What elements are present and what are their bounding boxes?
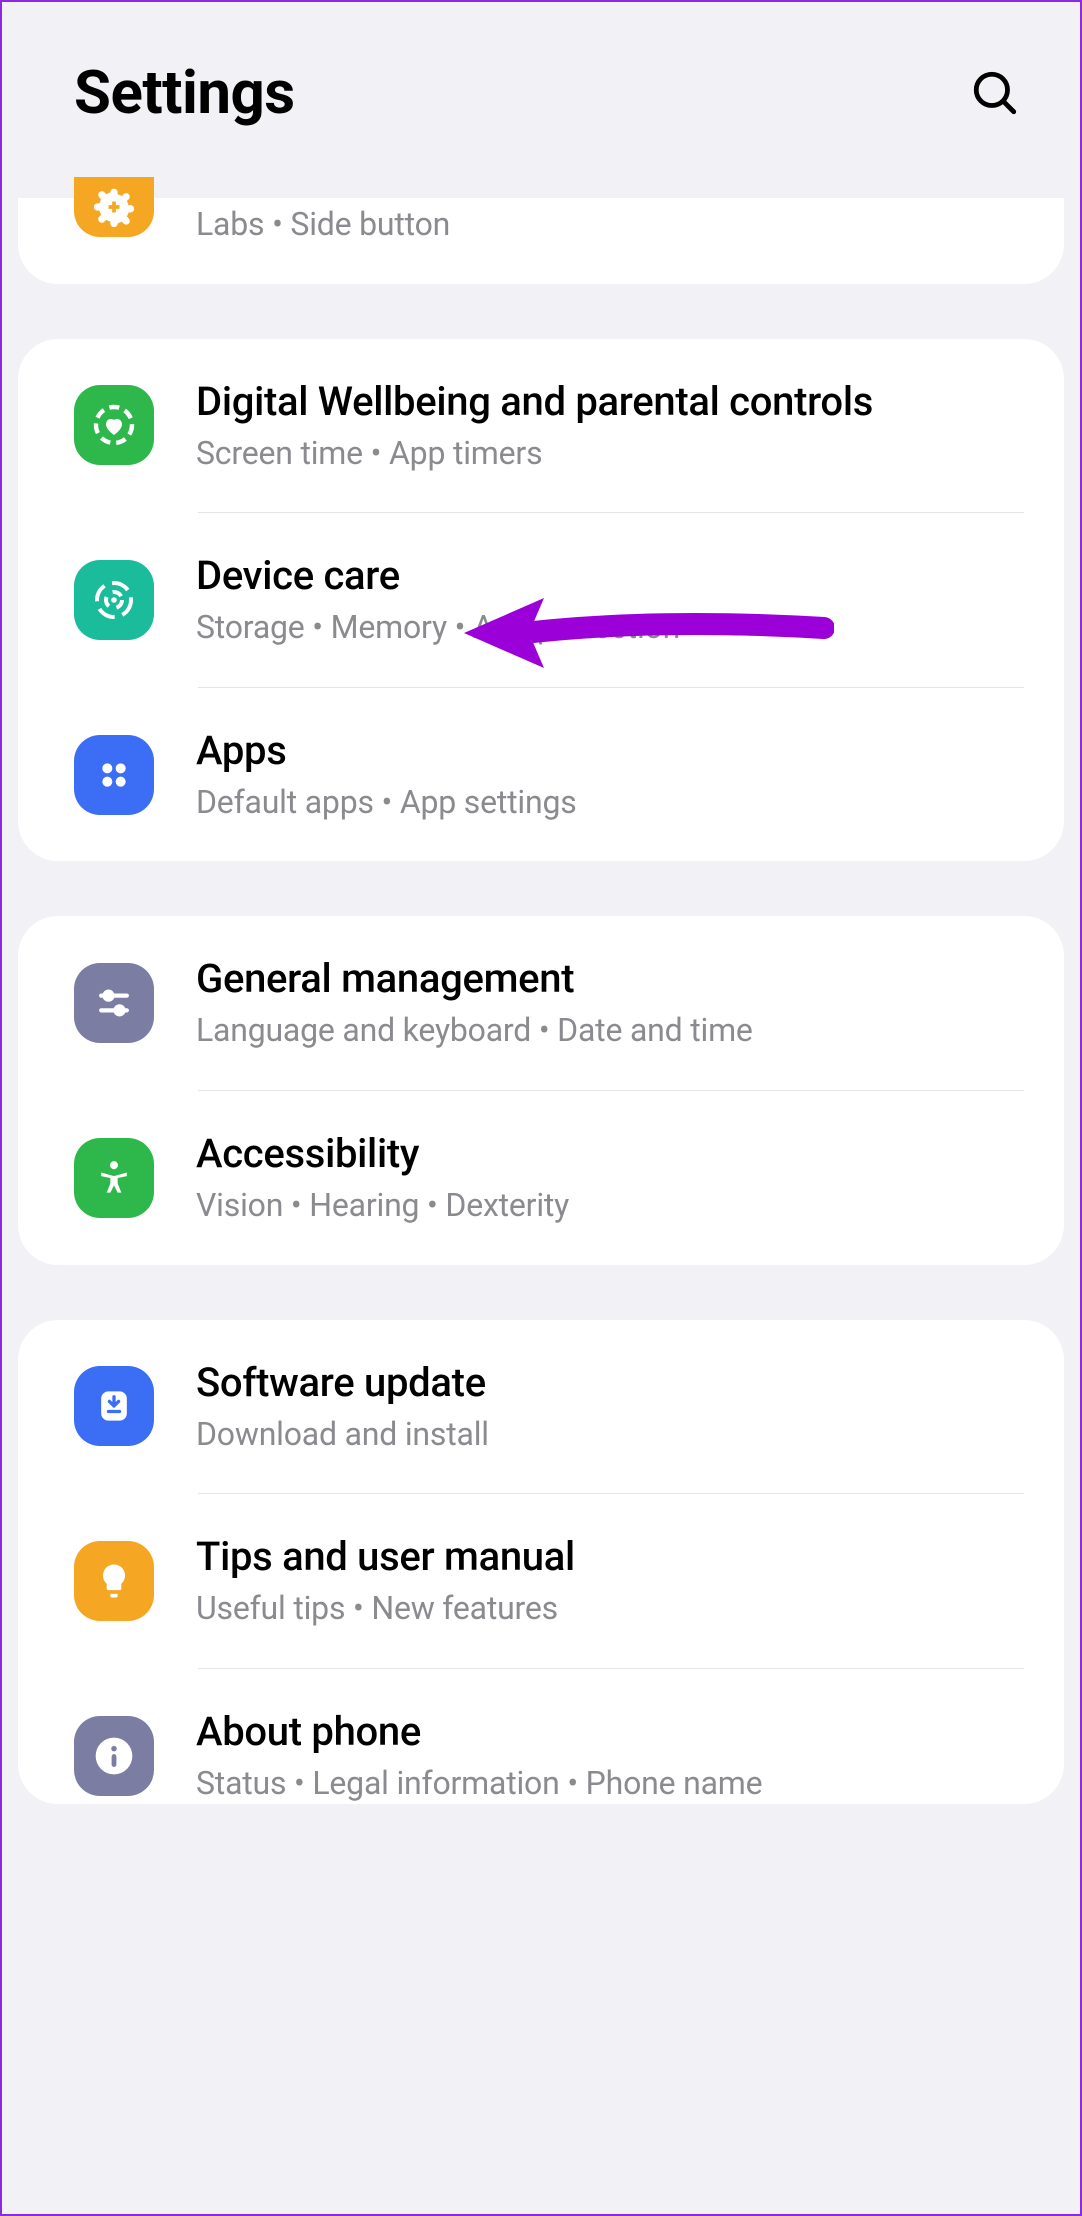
item-title: Accessibility (196, 1129, 1024, 1179)
item-subtitle: Storage • Memory • App protection (196, 607, 1024, 649)
item-subtitle: Screen time • App timers (196, 433, 1024, 475)
item-title: Tips and user manual (196, 1532, 1024, 1582)
search-icon (970, 68, 1020, 118)
item-subtitle: Vision • Hearing • Dexterity (196, 1185, 1024, 1227)
item-title: Apps (196, 726, 1024, 776)
settings-group: General management Language and keyboard… (18, 916, 1064, 1264)
item-subtitle: Download and install (196, 1414, 1024, 1456)
settings-item-about-phone[interactable]: About phone Status • Legal information •… (18, 1669, 1064, 1805)
settings-item-apps[interactable]: Apps Default apps • App settings (18, 688, 1064, 862)
item-subtitle: Status • Legal information • Phone name (196, 1763, 1024, 1805)
item-subtitle: Labs • Side button (196, 204, 1024, 246)
general-management-icon (74, 963, 154, 1043)
item-text: About phone Status • Legal information •… (196, 1707, 1024, 1805)
item-text: Software update Download and install (196, 1358, 1024, 1456)
settings-item-general-management[interactable]: General management Language and keyboard… (18, 916, 1064, 1090)
item-title: About phone (196, 1707, 1024, 1757)
item-text: Tips and user manual Useful tips • New f… (196, 1532, 1024, 1630)
accessibility-icon (74, 1138, 154, 1218)
digital-wellbeing-icon (74, 385, 154, 465)
plus-gear-icon (92, 185, 136, 229)
tips-icon (74, 1541, 154, 1621)
download-circle-icon (92, 1384, 136, 1428)
settings-item-digital-wellbeing[interactable]: Digital Wellbeing and parental controls … (18, 339, 1064, 513)
settings-item-accessibility[interactable]: Accessibility Vision • Hearing • Dexteri… (18, 1091, 1064, 1265)
page-title: Settings (74, 57, 295, 128)
item-text: Device care Storage • Memory • App prote… (196, 551, 1024, 649)
item-subtitle: Default apps • App settings (196, 782, 1024, 824)
settings-group: Software update Download and install Tip… (18, 1320, 1064, 1805)
apps-grid-icon (94, 755, 134, 795)
item-title: Software update (196, 1358, 1024, 1408)
item-text: Accessibility Vision • Hearing • Dexteri… (196, 1129, 1024, 1227)
info-icon (92, 1734, 136, 1778)
wellbeing-heart-icon (90, 401, 138, 449)
item-title: Device care (196, 551, 1024, 601)
item-subtitle: Useful tips • New features (196, 1588, 1024, 1630)
apps-icon (74, 735, 154, 815)
search-button[interactable] (970, 68, 1020, 118)
settings-scroll[interactable]: Settings Labs • Side button (2, 2, 1080, 2214)
lightbulb-icon (92, 1559, 136, 1603)
item-title: Digital Wellbeing and parental controls (196, 377, 1024, 427)
item-text: General management Language and keyboard… (196, 954, 1024, 1052)
item-text: Digital Wellbeing and parental controls … (196, 377, 1024, 475)
settings-item-software-update[interactable]: Software update Download and install (18, 1320, 1064, 1494)
item-subtitle: Language and keyboard • Date and time (196, 1010, 1024, 1052)
settings-item-device-care[interactable]: Device care Storage • Memory • App prote… (18, 513, 1064, 687)
software-update-icon (74, 1366, 154, 1446)
header: Settings (2, 2, 1080, 198)
item-title: General management (196, 954, 1024, 1004)
item-text: Apps Default apps • App settings (196, 726, 1024, 824)
device-care-icon (74, 560, 154, 640)
item-text: Labs • Side button (196, 198, 1024, 246)
accessibility-person-icon (92, 1156, 136, 1200)
device-care-swirl-icon (90, 576, 138, 624)
sliders-icon (92, 981, 136, 1025)
settings-item-tips[interactable]: Tips and user manual Useful tips • New f… (18, 1494, 1064, 1668)
advanced-features-icon (74, 177, 154, 237)
settings-item-advanced-features[interactable]: Labs • Side button (18, 198, 1064, 284)
settings-group: Digital Wellbeing and parental controls … (18, 339, 1064, 862)
settings-group: Labs • Side button (18, 198, 1064, 284)
about-phone-icon (74, 1716, 154, 1796)
